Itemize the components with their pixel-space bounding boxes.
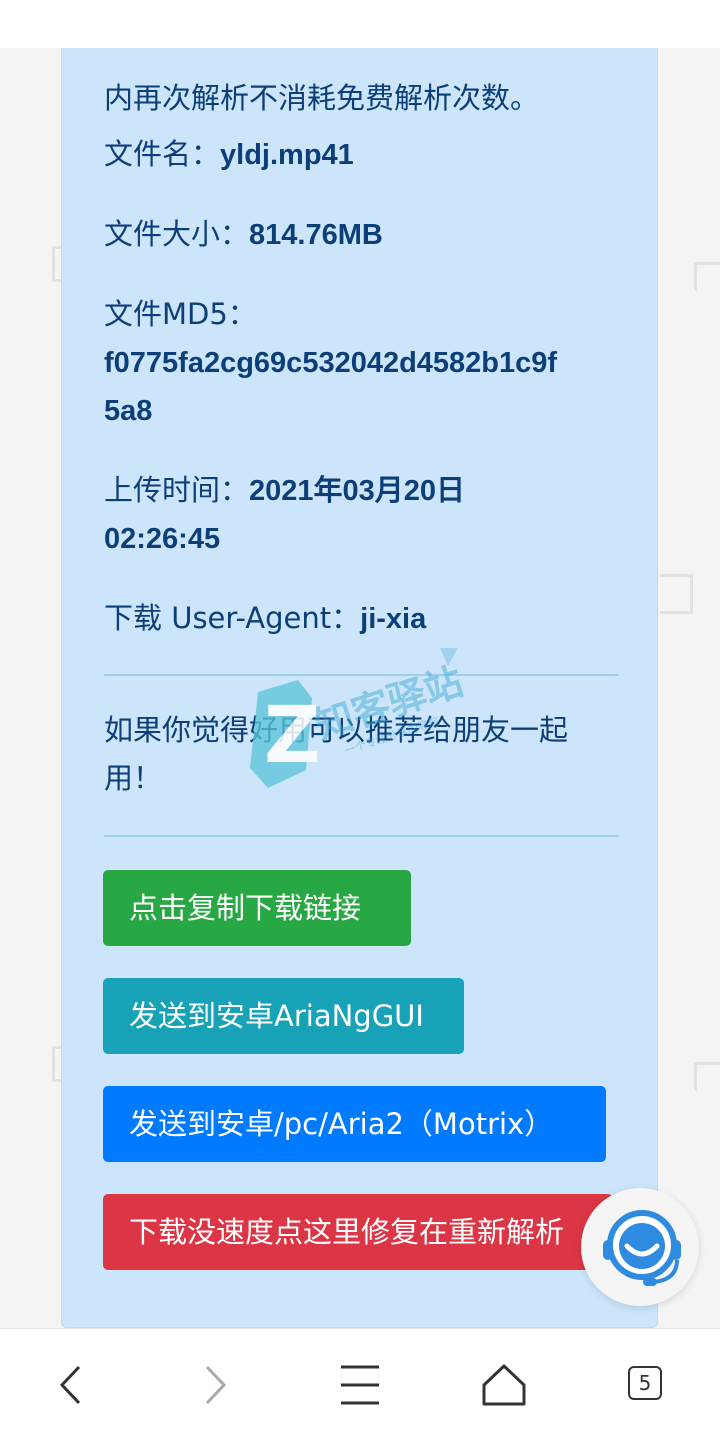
menu-button[interactable] — [330, 1355, 390, 1415]
filesize-value: 814.76MB — [249, 219, 383, 251]
watermark-logo: Z 知客驿站 一个专注分享的导航 — [240, 640, 470, 810]
customer-service-button[interactable] — [581, 1188, 699, 1306]
ua-label: 下载 User-Agent： — [104, 601, 361, 635]
filesize-label: 文件大小： — [104, 217, 250, 251]
upload-time-continued: 02:26:45 — [104, 514, 624, 563]
background-decoration — [694, 1062, 720, 1091]
forward-button[interactable] — [185, 1355, 245, 1415]
filename-row: 文件名：yldj.mp41 — [104, 130, 624, 179]
filename-label: 文件名： — [104, 137, 221, 171]
md5-value-line1: f0775fa2cg69c532042d4582b1c9f — [104, 347, 558, 379]
background-decoration — [660, 574, 693, 614]
ua-value: ji-xia — [360, 603, 427, 635]
fix-speed-button[interactable]: 下载没速度点这里修复在重新解析 — [103, 1194, 613, 1270]
home-icon — [482, 1364, 526, 1406]
browser-bottom-bar: 5 — [0, 1328, 720, 1441]
forward-icon — [205, 1365, 227, 1405]
filesize-row: 文件大小：814.76MB — [104, 210, 624, 259]
back-button[interactable] — [41, 1355, 101, 1415]
home-button[interactable] — [474, 1355, 534, 1415]
status-bar-area — [0, 0, 720, 48]
md5-value: f0775fa2cg69c532042d4582b1c9f — [104, 338, 624, 387]
md5-label: 文件MD5： — [104, 297, 257, 331]
upload-time-row: 上传时间：2021年03月20日 — [104, 466, 624, 515]
menu-icon — [341, 1365, 379, 1405]
customer-service-icon — [603, 1210, 681, 1286]
upload-time: 02:26:45 — [104, 523, 221, 555]
upload-label: 上传时间： — [104, 473, 250, 507]
back-icon — [59, 1365, 81, 1405]
send-ariang-button[interactable]: 发送到安卓AriaNgGUI — [103, 978, 464, 1054]
user-agent-row: 下载 User-Agent：ji-xia — [104, 594, 624, 643]
md5-value-line2: 5a8 — [104, 395, 153, 427]
background-decoration — [694, 262, 720, 291]
md5-value-continued: 5a8 — [104, 386, 624, 435]
copy-link-button[interactable]: 点击复制下载链接 — [103, 870, 411, 946]
upload-date: 2021年03月20日 — [249, 475, 466, 507]
tabs-icon: 5 — [628, 1366, 662, 1400]
filename-value: yldj.mp41 — [220, 139, 354, 171]
tabs-button[interactable]: 5 — [618, 1355, 678, 1415]
notice-text: 内再次解析不消耗免费解析次数。 — [104, 81, 540, 115]
send-motrix-button[interactable]: 发送到安卓/pc/Aria2（Motrix） — [103, 1086, 606, 1162]
divider — [104, 835, 619, 837]
